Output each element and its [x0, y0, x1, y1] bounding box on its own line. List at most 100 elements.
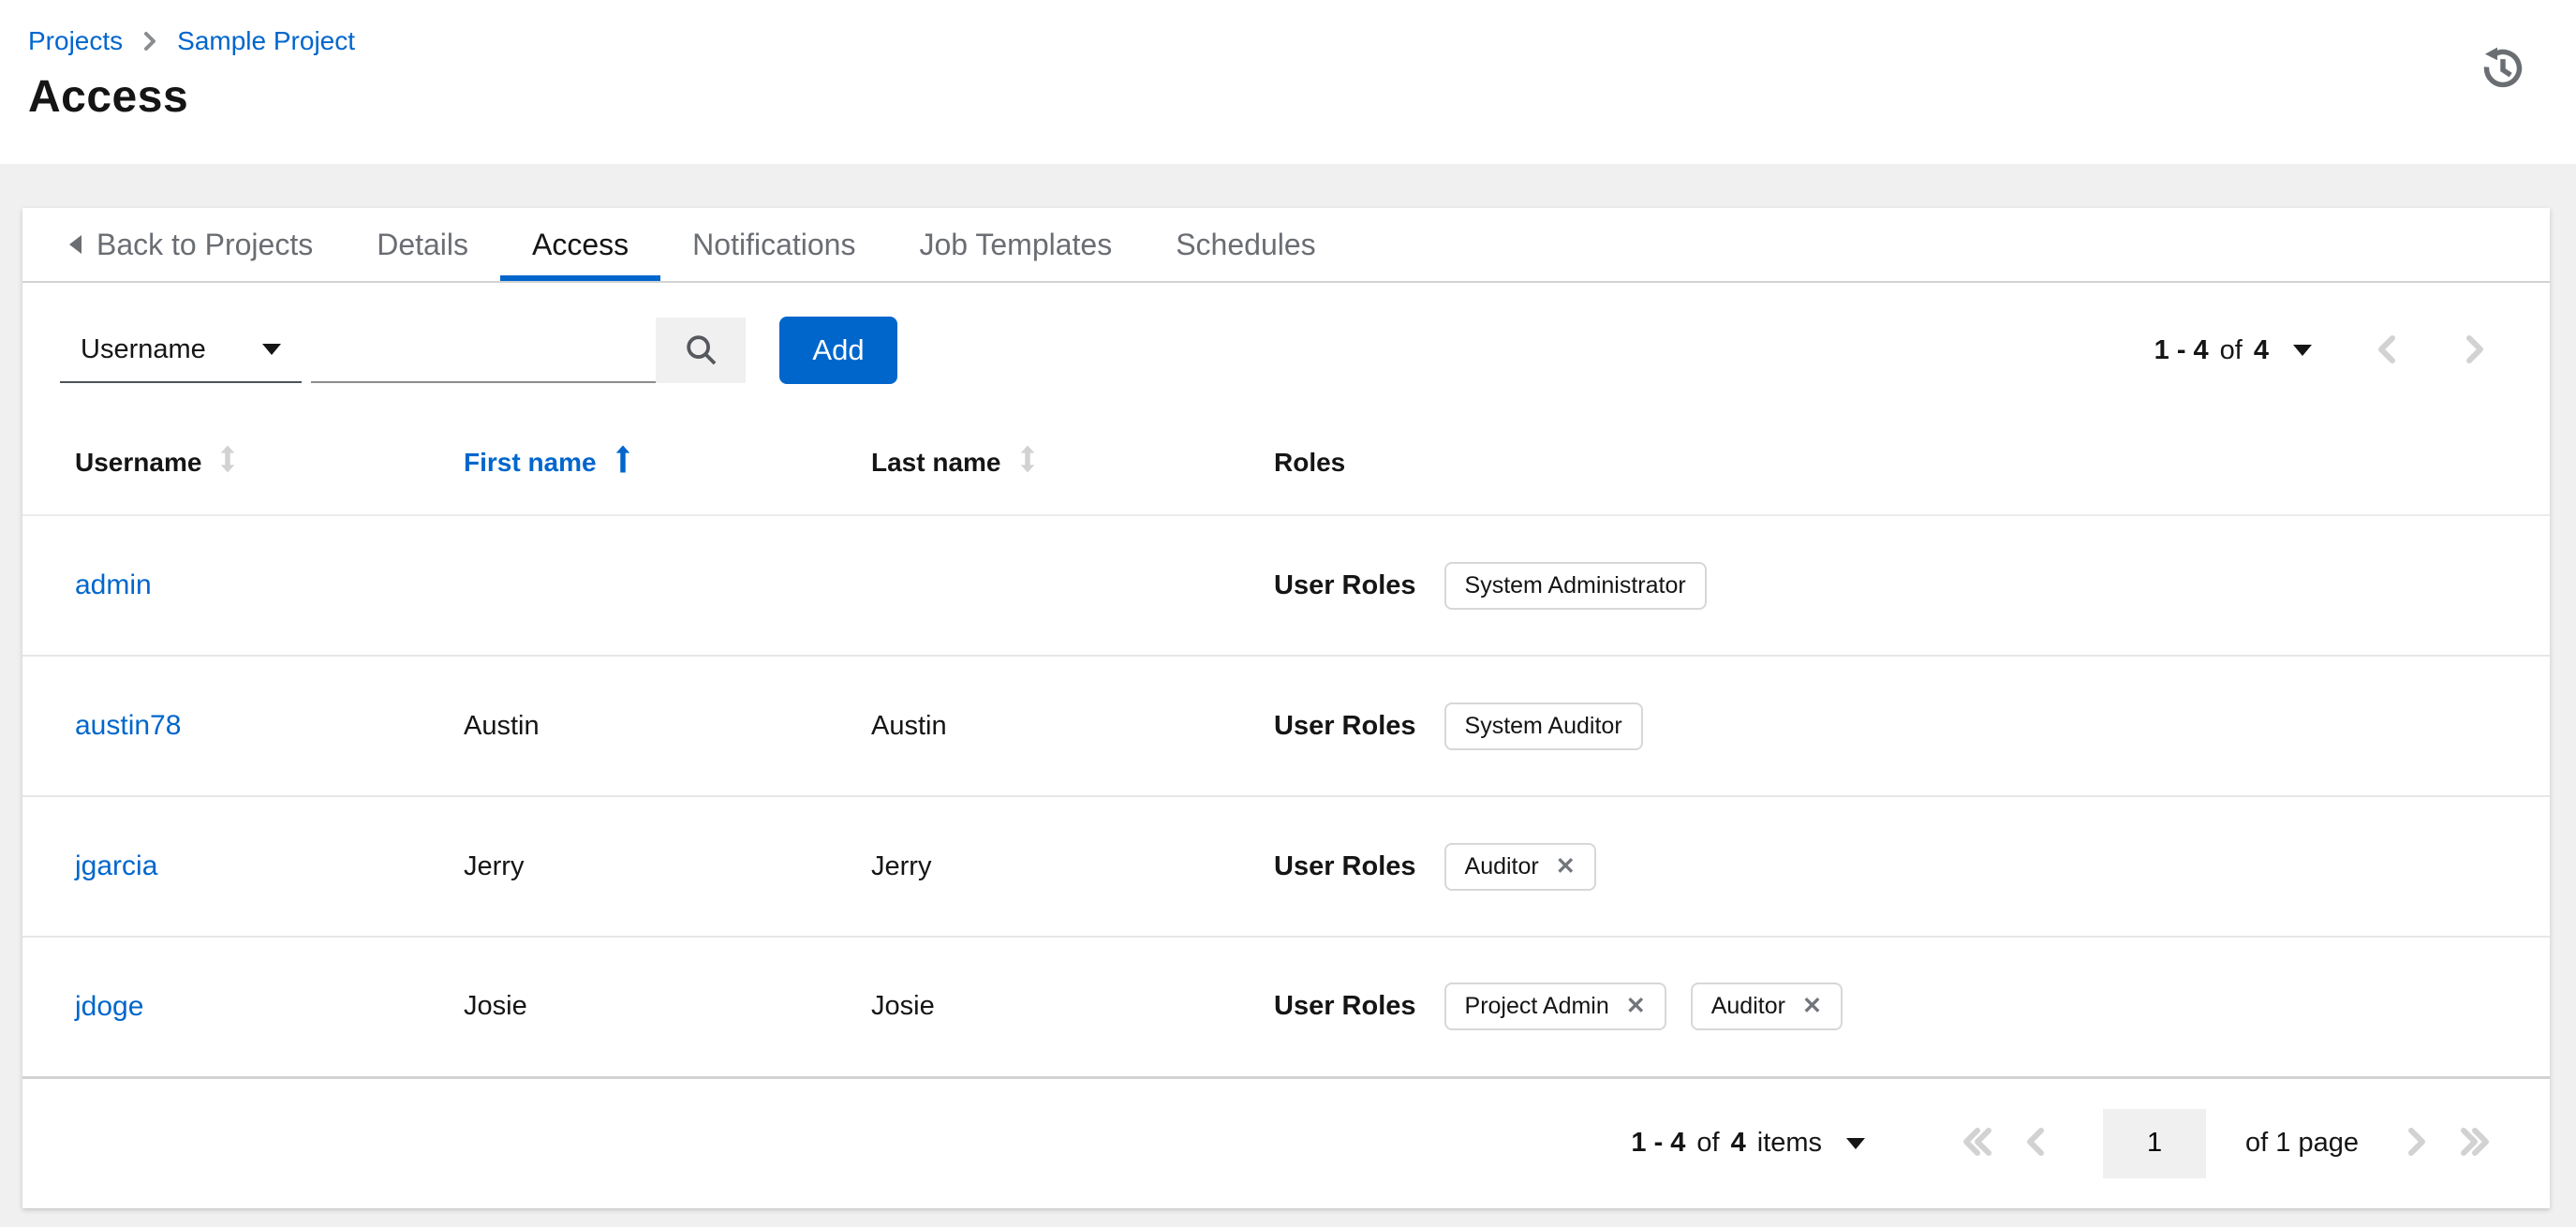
angle-double-left-icon: [1961, 1125, 1994, 1161]
last-name-cell: Josie: [871, 937, 1274, 1079]
top-pagination-range: 1 - 4: [2154, 334, 2209, 365]
column-header-last-name[interactable]: Last name: [871, 443, 1037, 481]
role-chip-remove-icon[interactable]: ✕: [1556, 854, 1576, 879]
column-label: First name: [464, 447, 597, 477]
table-row: austin78 Austin Austin User Roles System Aud…: [22, 656, 2550, 797]
page-of-label: of 1 page: [2245, 1128, 2359, 1158]
role-chip-group: Project Admin ✕ Auditor ✕: [1443, 983, 1843, 1031]
sort-both-icon: [1018, 443, 1037, 481]
last-name-cell: Jerry: [871, 796, 1274, 938]
table-row: admin User Roles System Administrator: [22, 515, 2550, 657]
first-name-cell: Josie: [464, 937, 871, 1079]
current-page-input[interactable]: [2103, 1108, 2207, 1178]
user-roles-label: User Roles: [1274, 569, 1416, 600]
tab-schedules[interactable]: Schedules: [1144, 208, 1347, 281]
bottom-pagination-items-word: items: [1756, 1128, 1823, 1158]
sort-ascending-icon: [614, 443, 632, 481]
main-content: Back to Projects Details Access Notifica…: [0, 164, 2576, 1208]
role-chip-label: Auditor: [1464, 852, 1539, 880]
bottom-pagination-nav: of 1 page: [1955, 1108, 2497, 1178]
roles-cell: User Roles Project Admin ✕ Auditor ✕: [1274, 983, 2550, 1031]
column-header-roles: Roles: [1274, 448, 1345, 478]
username-link[interactable]: jgarcia: [75, 850, 157, 881]
bottom-pagination: 1 - 4 of 4 items of 1 page: [22, 1079, 2550, 1208]
tab-access[interactable]: Access: [500, 208, 660, 281]
role-chip-label: System Auditor: [1464, 712, 1622, 739]
prev-page-button[interactable]: [2364, 328, 2409, 373]
column-header-first-name[interactable]: First name: [464, 443, 632, 481]
tab-details[interactable]: Details: [345, 208, 500, 281]
tab-back-to-projects[interactable]: Back to Projects: [69, 208, 313, 281]
first-name-cell: [464, 515, 871, 657]
angle-double-right-icon: [2458, 1125, 2492, 1161]
roles-cell: User Roles System Auditor: [1274, 702, 2550, 750]
access-table: Username First name Last name Roles admi…: [22, 410, 2550, 1079]
role-chip-group: System Auditor: [1443, 702, 1643, 750]
angle-right-icon: [2464, 333, 2486, 369]
column-label: Roles: [1274, 447, 1346, 477]
role-chip: System Administrator: [1443, 561, 1707, 610]
user-roles-label: User Roles: [1274, 991, 1416, 1022]
username-link[interactable]: jdoge: [75, 991, 143, 1022]
user-roles-label: User Roles: [1274, 850, 1416, 881]
role-chip-group: System Administrator: [1443, 561, 1707, 610]
chevron-down-icon: [1846, 1137, 1866, 1149]
last-page-button[interactable]: [2452, 1121, 2497, 1166]
role-chip-label: Project Admin: [1464, 993, 1609, 1020]
top-pagination-total: 4: [2253, 334, 2269, 365]
role-chip: System Auditor: [1443, 702, 1643, 750]
search-input[interactable]: [311, 318, 656, 383]
breadcrumb-link-projects[interactable]: Projects: [28, 26, 123, 56]
bottom-pagination-range: 1 - 4: [1631, 1128, 1686, 1158]
roles-cell: User Roles System Administrator: [1274, 561, 2550, 610]
column-label: Username: [75, 447, 202, 477]
activity-history-button[interactable]: [2479, 45, 2527, 94]
role-chip-label: Auditor: [1710, 993, 1785, 1020]
bottom-pagination-of: of: [1696, 1128, 1720, 1158]
role-chip: Project Admin ✕: [1443, 983, 1666, 1031]
column-header-username[interactable]: Username: [75, 443, 237, 481]
bottom-pagination-menu-toggle[interactable]: 1 - 4 of 4 items: [1631, 1128, 1866, 1159]
breadcrumb: Projects Sample Project: [28, 26, 2524, 56]
role-chip-group: Auditor ✕: [1443, 842, 1596, 891]
angle-left-icon: [2024, 1125, 2047, 1161]
top-pagination-nav: [2364, 328, 2497, 373]
username-link[interactable]: austin78: [75, 710, 181, 741]
filter-key-select[interactable]: Username: [60, 318, 302, 383]
history-icon: [2480, 46, 2525, 94]
back-triangle-icon: [69, 235, 81, 254]
username-link[interactable]: admin: [75, 569, 152, 600]
search-submit-button[interactable]: [656, 318, 746, 383]
user-roles-label: User Roles: [1274, 710, 1416, 741]
tab-notifications[interactable]: Notifications: [660, 208, 887, 281]
search-group: [311, 318, 746, 383]
tab-job-templates[interactable]: Job Templates: [887, 208, 1144, 281]
role-chip-remove-icon[interactable]: ✕: [1626, 995, 1646, 1018]
role-chip-remove-icon[interactable]: ✕: [1802, 995, 1822, 1018]
role-chip: Auditor ✕: [1443, 842, 1596, 891]
table-row: jgarcia Jerry Jerry User Roles Auditor ✕: [22, 796, 2550, 938]
access-card: Back to Projects Details Access Notifica…: [22, 208, 2550, 1208]
search-icon: [683, 332, 718, 370]
last-name-cell: [871, 515, 1274, 657]
page-header: Projects Sample Project Access: [0, 0, 2576, 164]
first-name-cell: Jerry: [464, 796, 871, 938]
chevron-down-icon: [2293, 345, 2312, 356]
first-page-button[interactable]: [1955, 1121, 2000, 1166]
top-pagination-of: of: [2219, 334, 2243, 365]
prev-page-button[interactable]: [2013, 1121, 2058, 1166]
angle-right-icon: [2406, 1125, 2428, 1161]
first-name-cell: Austin: [464, 656, 871, 797]
top-pagination-menu-toggle[interactable]: 1 - 4 of 4: [2154, 335, 2312, 366]
add-button[interactable]: Add: [779, 317, 897, 384]
tab-bar: Back to Projects Details Access Notifica…: [22, 208, 2550, 283]
bottom-pagination-total: 4: [1730, 1128, 1746, 1158]
role-chip: Auditor ✕: [1690, 983, 1843, 1031]
next-page-button[interactable]: [2394, 1121, 2439, 1166]
breadcrumb-link-sample-project[interactable]: Sample Project: [177, 26, 355, 56]
filter-key-selected-value: Username: [81, 333, 206, 364]
last-name-cell: Austin: [871, 656, 1274, 797]
next-page-button[interactable]: [2452, 328, 2497, 373]
table-header-row: Username First name Last name Roles: [22, 410, 2550, 516]
back-label: Back to Projects: [96, 227, 314, 261]
